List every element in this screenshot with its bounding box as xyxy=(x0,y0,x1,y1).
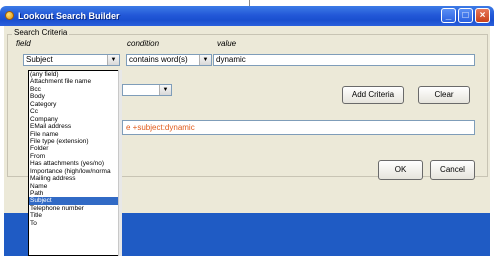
dropdown-option[interactable]: Name xyxy=(29,183,120,190)
chevron-down-icon[interactable]: ▼ xyxy=(107,55,119,65)
close-button[interactable]: × xyxy=(475,8,490,23)
field-dropdown-list[interactable]: (any field) Attachment file name Bcc Body Ca… xyxy=(28,70,121,256)
maximize-button[interactable]: □ xyxy=(458,8,473,23)
query-field[interactable]: e +subject:dynamic xyxy=(122,120,475,135)
dropdown-option[interactable]: From xyxy=(29,153,120,160)
dropdown-option[interactable]: Path xyxy=(29,190,120,197)
dropdown-option[interactable]: Folder xyxy=(29,145,120,152)
value-header: value xyxy=(217,39,237,48)
field-select[interactable]: Subject ▼ xyxy=(23,54,120,66)
dropdown-option[interactable]: Telephone number xyxy=(29,205,120,212)
lookout-icon xyxy=(5,11,14,20)
dropdown-option[interactable]: Has attachments (yes/no) xyxy=(29,160,120,167)
dropdown-option[interactable]: EMail address xyxy=(29,123,120,130)
cancel-button[interactable]: Cancel xyxy=(430,160,475,180)
dropdown-option[interactable]: Body xyxy=(29,93,120,100)
field-header: field xyxy=(16,39,31,48)
clear-button[interactable]: Clear xyxy=(418,86,470,104)
condition-select[interactable]: contains word(s) ▼ xyxy=(126,54,212,66)
add-criteria-button[interactable]: Add Criteria xyxy=(342,86,404,104)
minimize-button[interactable]: _ xyxy=(441,8,456,23)
condition-select-value: contains word(s) xyxy=(129,55,188,64)
chevron-down-icon[interactable]: ▼ xyxy=(159,85,171,95)
dropdown-option[interactable]: Title xyxy=(29,212,120,219)
dropdown-option[interactable]: Subject xyxy=(29,197,120,205)
chevron-down-icon[interactable]: ▼ xyxy=(199,55,211,65)
ok-button[interactable]: OK xyxy=(378,160,423,180)
secondary-select[interactable]: ▼ xyxy=(122,84,172,96)
condition-header: condition xyxy=(127,39,160,48)
dropdown-option[interactable]: File type (extension) xyxy=(29,138,120,145)
dropdown-option[interactable]: To xyxy=(29,220,120,227)
field-select-value: Subject xyxy=(26,55,53,64)
dropdown-option[interactable]: Importance (high/low/norma xyxy=(29,168,120,175)
dropdown-option[interactable]: Cc xyxy=(29,108,120,115)
window-title: Lookout Search Builder xyxy=(18,11,120,21)
dropdown-option[interactable]: File name xyxy=(29,131,120,138)
value-input[interactable]: dynamic xyxy=(213,54,475,66)
dropdown-option[interactable]: Category xyxy=(29,101,120,108)
dropdown-option[interactable]: Attachment file name xyxy=(29,78,120,85)
dropdown-option[interactable]: (any field) xyxy=(29,71,120,78)
dropdown-option[interactable]: Mailing address xyxy=(29,175,120,182)
title-bar[interactable]: Lookout Search Builder _ □ × xyxy=(0,6,494,26)
dropdown-option[interactable]: Company xyxy=(29,116,120,123)
dropdown-scrollbar[interactable] xyxy=(118,70,122,256)
dropdown-option[interactable]: Bcc xyxy=(29,86,120,93)
group-label: Search Criteria xyxy=(12,28,70,37)
